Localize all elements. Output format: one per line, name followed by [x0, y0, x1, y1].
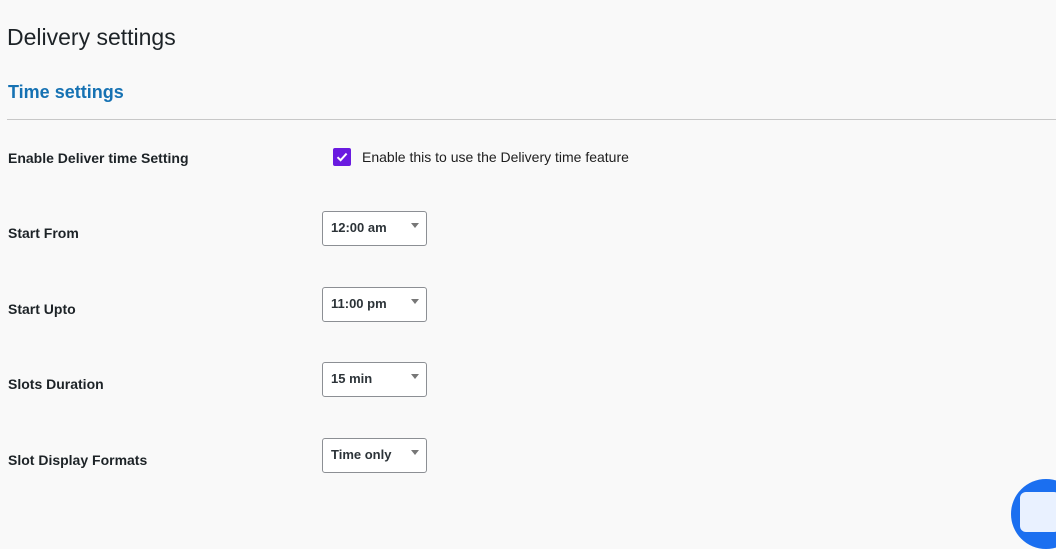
- slot-display-formats-select[interactable]: Time only: [322, 438, 427, 473]
- slot-display-formats-label: Slot Display Formats: [8, 452, 148, 468]
- page-title: Delivery settings: [7, 24, 176, 50]
- caret-down-icon: [411, 450, 419, 455]
- start-upto-value: 11:00 pm: [331, 296, 387, 311]
- start-from-value: 12:00 am: [331, 220, 387, 235]
- enable-delivery-time-checkbox-group[interactable]: Enable this to use the Delivery time fea…: [333, 148, 629, 166]
- slot-display-formats-value: Time only: [331, 447, 392, 462]
- start-upto-label: Start Upto: [8, 301, 76, 317]
- start-upto-select[interactable]: 11:00 pm: [322, 287, 427, 322]
- start-from-select[interactable]: 12:00 am: [322, 211, 427, 246]
- caret-down-icon: [411, 223, 419, 228]
- slots-duration-label: Slots Duration: [8, 376, 104, 392]
- chat-button[interactable]: [1011, 479, 1056, 549]
- enable-delivery-time-checkbox[interactable]: [333, 148, 351, 166]
- start-from-label: Start From: [8, 225, 79, 241]
- slots-duration-select[interactable]: 15 min: [322, 362, 427, 397]
- enable-delivery-time-checkbox-text: Enable this to use the Delivery time fea…: [362, 149, 629, 165]
- chat-icon: [1020, 492, 1056, 532]
- check-icon: [336, 152, 348, 162]
- caret-down-icon: [411, 299, 419, 304]
- section-title-time-settings: Time settings: [8, 82, 124, 102]
- caret-down-icon: [411, 374, 419, 379]
- enable-delivery-time-label: Enable Deliver time Setting: [8, 150, 189, 166]
- section-divider: [7, 119, 1056, 120]
- slots-duration-value: 15 min: [331, 371, 373, 386]
